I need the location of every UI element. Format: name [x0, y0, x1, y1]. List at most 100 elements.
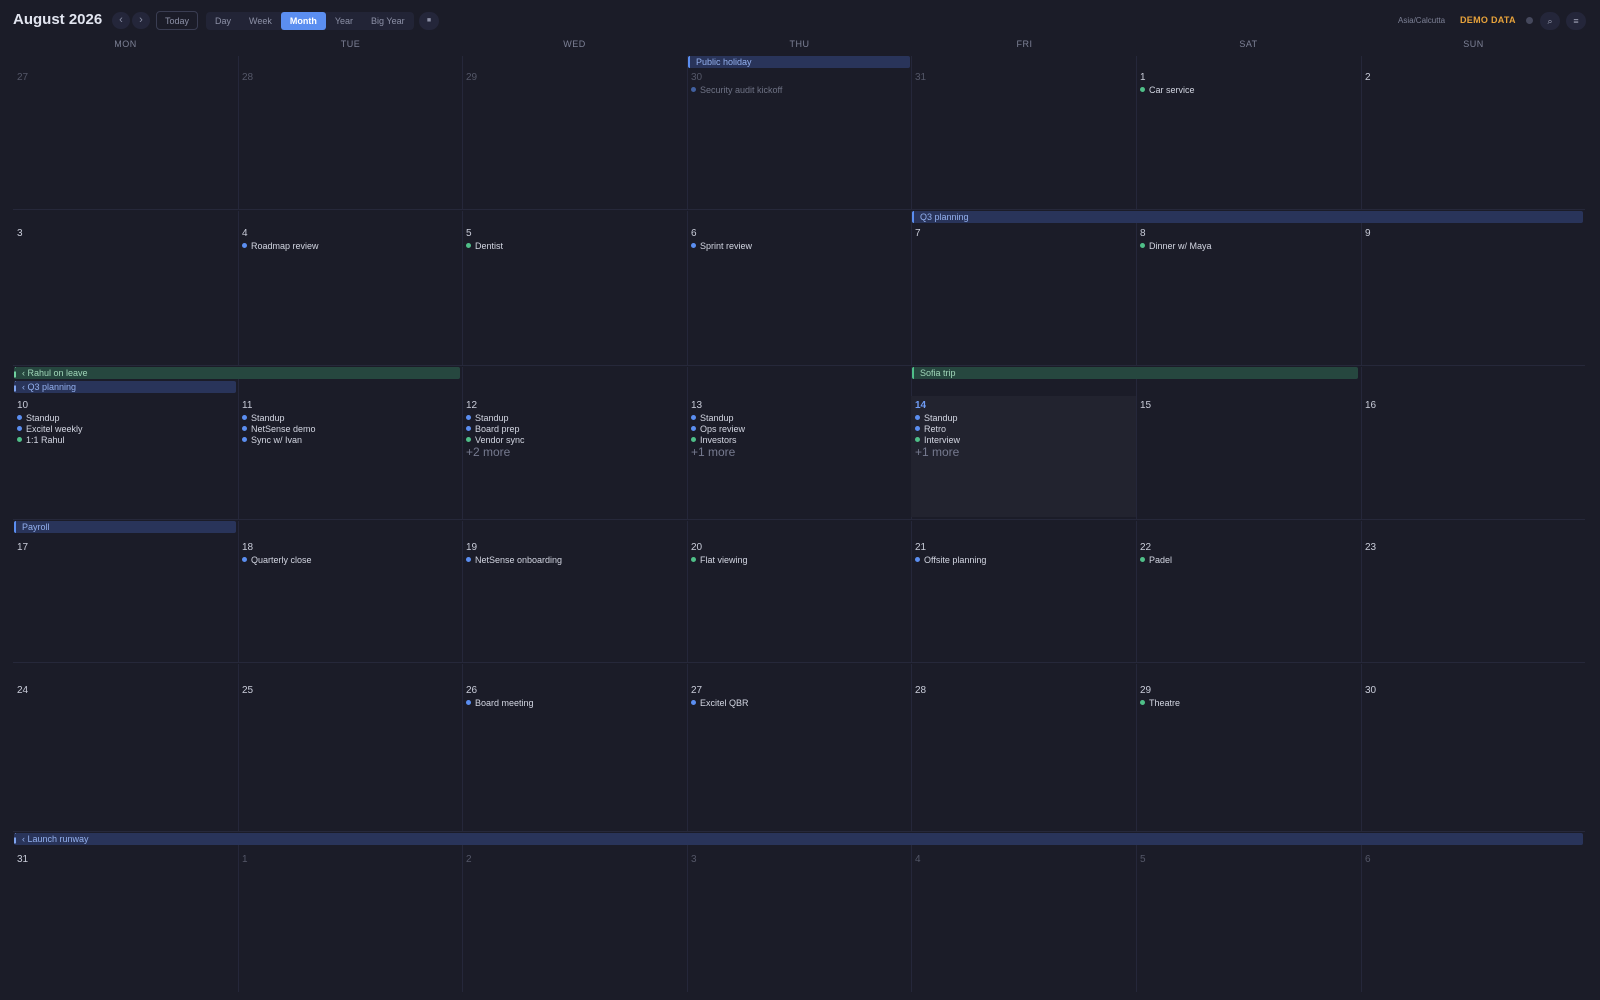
- day-cell[interactable]: 1 Car service: [1136, 68, 1361, 207]
- day-cell[interactable]: 14 Standup Retro Interview +1 more: [911, 396, 1136, 517]
- event-item[interactable]: Standup: [691, 412, 908, 423]
- multi-day-event-bar[interactable]: ‹ Rahul on leave: [14, 367, 460, 379]
- day-cell[interactable]: 8 Dinner w/ Maya: [1136, 224, 1361, 363]
- multi-day-event-bar[interactable]: ‹ Launch runway: [14, 833, 1583, 845]
- event-item[interactable]: Sprint review: [691, 240, 908, 251]
- view-week-button[interactable]: Week: [240, 12, 281, 30]
- day-cell[interactable]: 1: [238, 850, 463, 990]
- day-cell[interactable]: 27: [13, 68, 238, 207]
- event-item[interactable]: Standup: [17, 412, 234, 423]
- day-cell[interactable]: 16: [1361, 396, 1586, 517]
- multi-day-event-bar[interactable]: Q3 planning: [912, 211, 1583, 223]
- day-cell[interactable]: 2: [1361, 68, 1586, 207]
- day-cell[interactable]: 5: [1136, 850, 1361, 990]
- day-cell[interactable]: 28: [238, 68, 463, 207]
- day-cell[interactable]: 17: [13, 538, 238, 660]
- day-cell[interactable]: 31: [911, 68, 1136, 207]
- day-cell[interactable]: 9: [1361, 224, 1586, 363]
- more-events-link[interactable]: +2 more: [466, 445, 683, 459]
- day-cell[interactable]: 2: [462, 850, 687, 990]
- event-dot-icon: [466, 243, 471, 248]
- event-item[interactable]: NetSense onboarding: [466, 554, 683, 565]
- event-label: Retro: [924, 423, 947, 434]
- day-cell[interactable]: 11 Standup NetSense demo Sync w/ Ivan: [238, 396, 463, 517]
- day-number: 11: [242, 400, 253, 411]
- event-item[interactable]: Dinner w/ Maya: [1140, 240, 1357, 251]
- day-cell[interactable]: 28: [911, 681, 1136, 829]
- event-item[interactable]: Retro: [915, 423, 1132, 434]
- day-cell[interactable]: 3: [687, 850, 912, 990]
- event-item[interactable]: Roadmap review: [242, 240, 459, 251]
- event-item[interactable]: NetSense demo: [242, 423, 459, 434]
- event-item[interactable]: Offsite planning: [915, 554, 1132, 565]
- view-big-year-button[interactable]: Big Year: [362, 12, 414, 30]
- event-item[interactable]: Excitel QBR: [691, 697, 908, 708]
- day-cell[interactable]: 12 Standup Board prep Vendor sync +2 more: [462, 396, 687, 517]
- search-icon[interactable]: ⌕: [1540, 12, 1560, 30]
- weekday-header-wed: WED: [563, 39, 586, 49]
- view-year-button[interactable]: Year: [326, 12, 362, 30]
- event-item[interactable]: 1:1 Rahul: [17, 434, 234, 445]
- event-item[interactable]: Standup: [242, 412, 459, 423]
- event-item[interactable]: Interview: [915, 434, 1132, 445]
- multi-day-event-bar[interactable]: Payroll: [14, 521, 236, 533]
- day-cell[interactable]: 23: [1361, 538, 1586, 660]
- event-item[interactable]: Vendor sync: [466, 434, 683, 445]
- day-cell[interactable]: 24: [13, 681, 238, 829]
- event-item[interactable]: Standup: [466, 412, 683, 423]
- view-month-button[interactable]: Month: [280, 12, 326, 30]
- menu-icon[interactable]: ≡: [1566, 12, 1586, 30]
- timezone-label[interactable]: Asia/Calcutta: [1398, 16, 1445, 25]
- event-item[interactable]: Sync w/ Ivan: [242, 434, 459, 445]
- event-item[interactable]: Theatre: [1140, 697, 1357, 708]
- event-item[interactable]: Investors: [691, 434, 908, 445]
- day-cell[interactable]: 21 Offsite planning: [911, 538, 1136, 660]
- day-cell[interactable]: 13 Standup Ops review Investors +1 more: [687, 396, 912, 517]
- day-cell[interactable]: 15: [1136, 396, 1361, 517]
- day-cell[interactable]: 30: [1361, 681, 1586, 829]
- day-number: 16: [1365, 400, 1377, 411]
- day-cell[interactable]: 20 Flat viewing: [687, 538, 912, 660]
- day-cell[interactable]: 18 Quarterly close: [238, 538, 463, 660]
- event-item[interactable]: Flat viewing: [691, 554, 908, 565]
- more-events-link[interactable]: +1 more: [691, 445, 908, 459]
- event-item[interactable]: Car service: [1140, 84, 1357, 95]
- day-cell[interactable]: 19 NetSense onboarding: [462, 538, 687, 660]
- event-item[interactable]: Padel: [1140, 554, 1357, 565]
- event-item[interactable]: Quarterly close: [242, 554, 459, 565]
- next-month-button[interactable]: ›: [132, 12, 150, 29]
- day-cell[interactable]: 4: [911, 850, 1136, 990]
- today-button[interactable]: Today: [156, 11, 198, 30]
- square-icon[interactable]: ■: [419, 12, 439, 30]
- day-cell[interactable]: 26 Board meeting: [462, 681, 687, 829]
- event-item[interactable]: Excitel weekly: [17, 423, 234, 434]
- multi-day-event-bar[interactable]: Public holiday: [688, 56, 910, 68]
- event-item[interactable]: Security audit kickoff: [691, 84, 908, 95]
- event-item[interactable]: Dentist: [466, 240, 683, 251]
- day-cell[interactable]: 29 Theatre: [1136, 681, 1361, 829]
- event-item[interactable]: Standup: [915, 412, 1132, 423]
- day-cell[interactable]: 27 Excitel QBR: [687, 681, 912, 829]
- multi-day-event-bar[interactable]: Sofia trip: [912, 367, 1358, 379]
- day-cell[interactable]: 30 Security audit kickoff: [687, 68, 912, 207]
- event-item[interactable]: Board prep: [466, 423, 683, 434]
- day-cell[interactable]: 25: [238, 681, 463, 829]
- event-item[interactable]: Ops review: [691, 423, 908, 434]
- multi-day-event-bar[interactable]: ‹ Q3 planning: [14, 381, 236, 393]
- day-cell[interactable]: 22 Padel: [1136, 538, 1361, 660]
- day-cell[interactable]: 7: [911, 224, 1136, 363]
- day-cell[interactable]: 10 Standup Excitel weekly 1:1 Rahul: [13, 396, 238, 517]
- day-cell[interactable]: 31: [13, 850, 238, 990]
- view-switcher: Day Week Month Year Big Year: [206, 12, 414, 30]
- day-cell[interactable]: 6: [1361, 850, 1586, 990]
- day-cell[interactable]: 5 Dentist: [462, 224, 687, 363]
- event-item[interactable]: Board meeting: [466, 697, 683, 708]
- day-cell[interactable]: 6 Sprint review: [687, 224, 912, 363]
- view-day-button[interactable]: Day: [206, 12, 240, 30]
- prev-month-button[interactable]: ‹: [112, 12, 130, 29]
- day-cell[interactable]: 4 Roadmap review: [238, 224, 463, 363]
- day-number: 5: [466, 228, 472, 239]
- day-cell[interactable]: 29: [462, 68, 687, 207]
- day-cell[interactable]: 3: [13, 224, 238, 363]
- more-events-link[interactable]: +1 more: [915, 445, 1132, 459]
